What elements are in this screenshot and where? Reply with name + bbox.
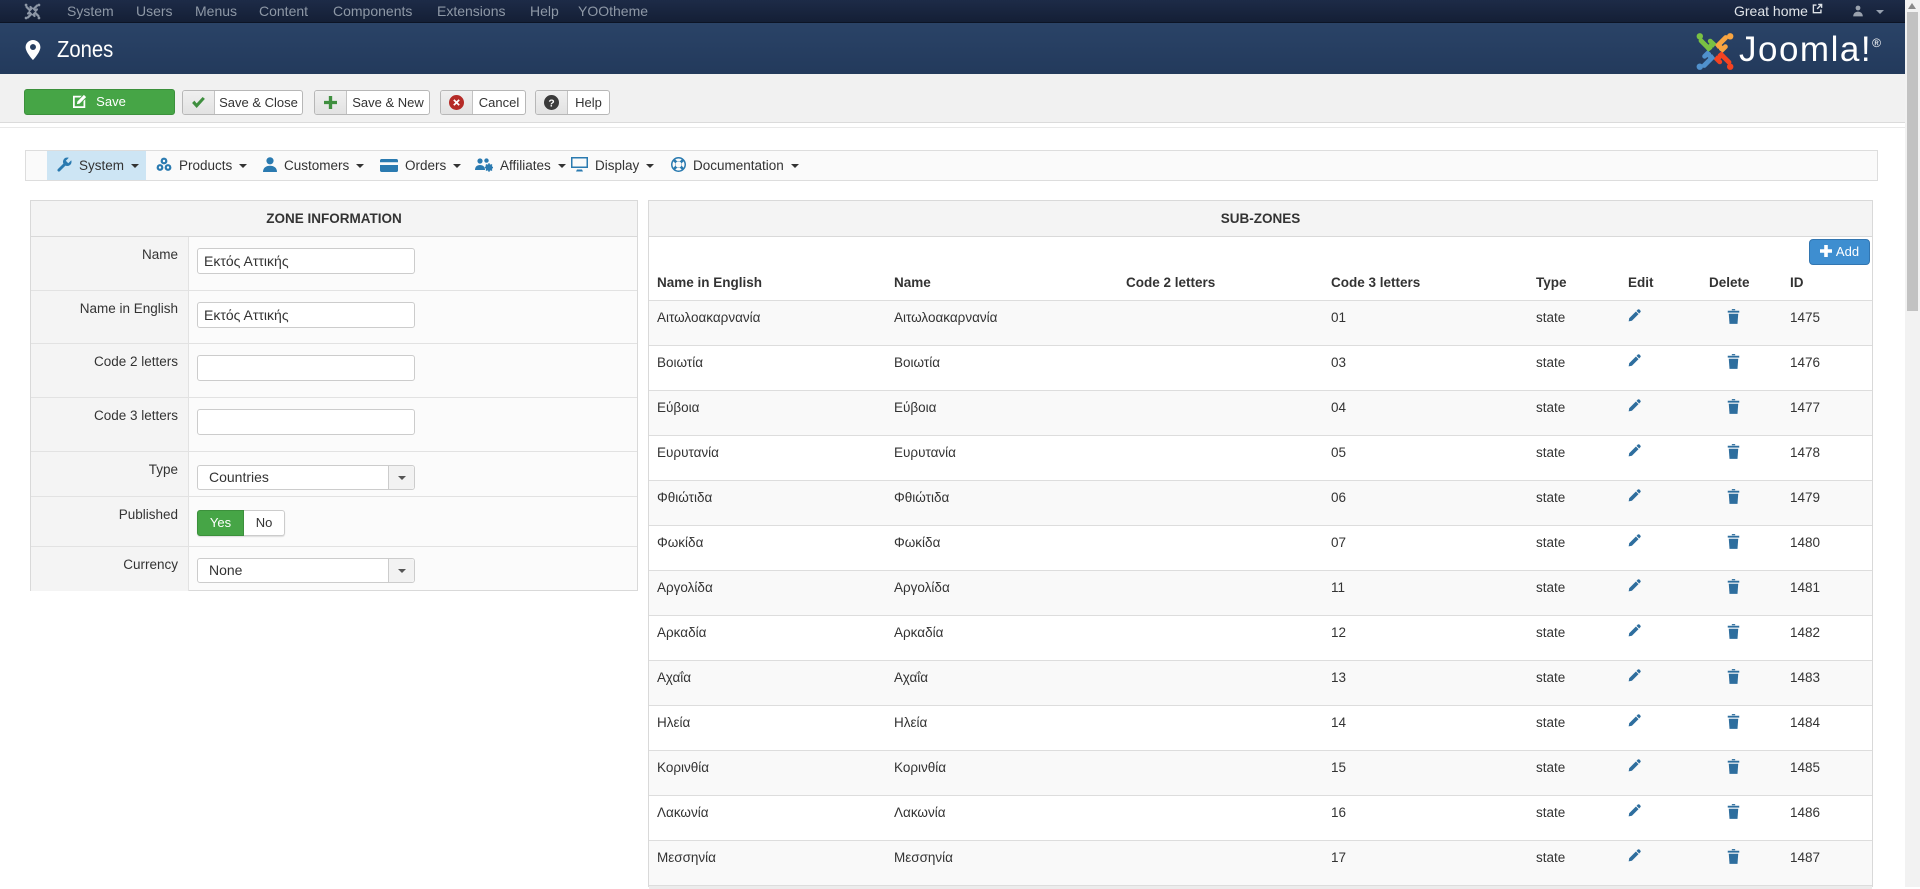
svg-text:?: ? [548, 98, 554, 109]
